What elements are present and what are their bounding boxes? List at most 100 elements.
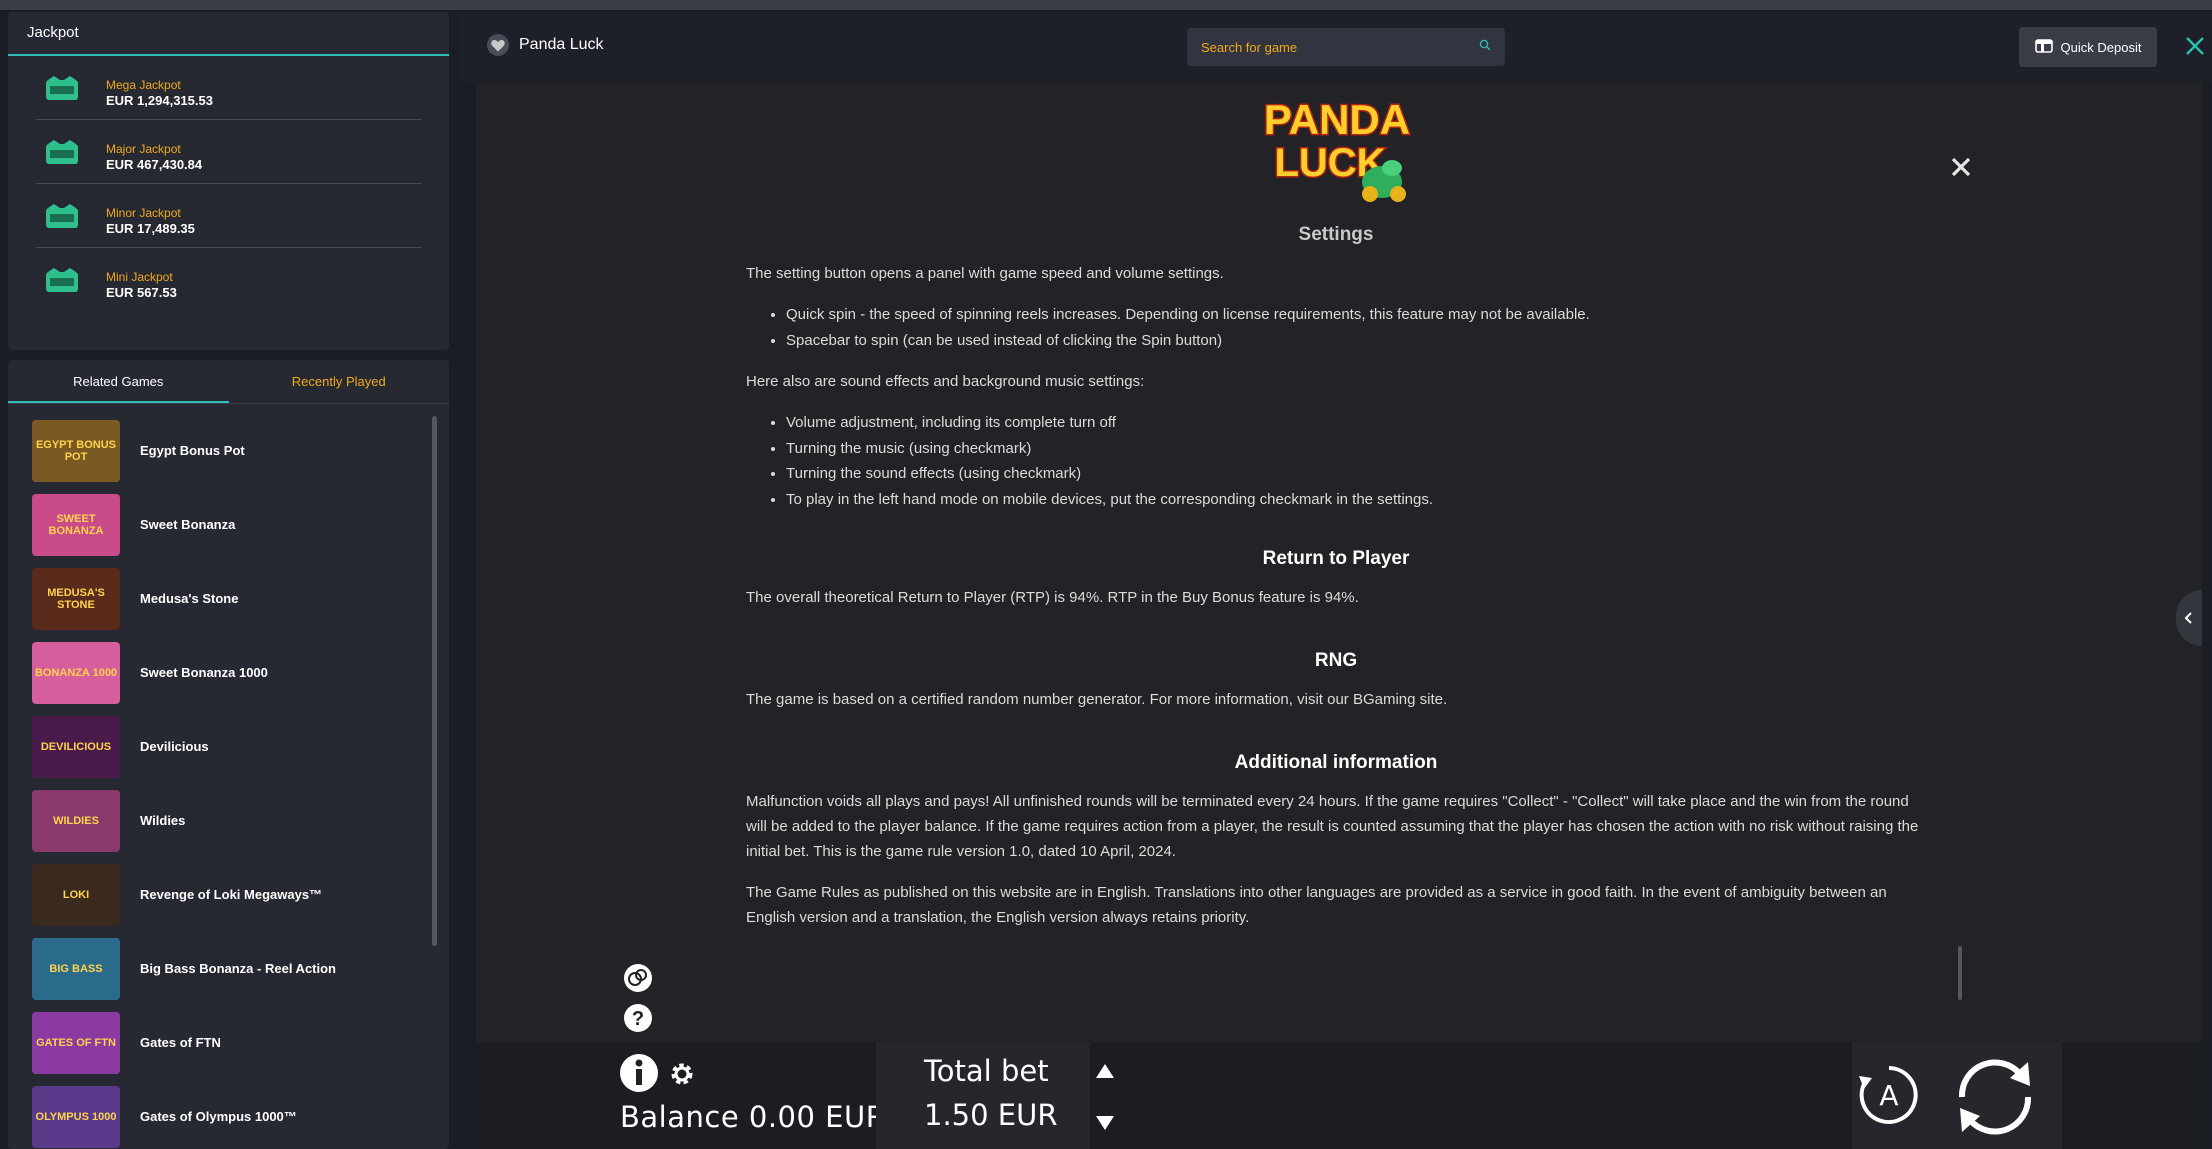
- game-thumbnail[interactable]: WILDIES: [32, 790, 120, 852]
- total-bet-label: Total bet: [924, 1054, 1049, 1088]
- info-icon[interactable]: [618, 1052, 660, 1099]
- game-thumbnail[interactable]: SWEET BONANZA: [32, 494, 120, 556]
- total-bet-value: 1.50 EUR: [924, 1098, 1058, 1132]
- tab-recently-played[interactable]: Recently Played: [229, 360, 450, 403]
- settings-heading: Settings: [1298, 224, 1374, 245]
- jackpot-name: Minor Jackpot: [106, 206, 181, 220]
- bet-coins-icon[interactable]: [622, 962, 654, 999]
- logo-text-line-1: PANDA: [1264, 96, 1410, 143]
- bottom-control-bar: Balance 0.00 EUR Total bet 1.50 EUR A: [476, 1042, 2202, 1149]
- list-item: To play in the left hand mode on mobile …: [786, 487, 1926, 513]
- games-scrollbar[interactable]: [432, 416, 438, 1146]
- additional-text-1: Malfunction voids all plays and pays! Al…: [746, 793, 1919, 860]
- side-collapse-tab[interactable]: [2176, 590, 2202, 646]
- games-list: EGYPT BONUS POT Egypt Bonus Pot SWEET BONA…: [32, 420, 422, 1149]
- rules-scrollbar[interactable]: [1958, 946, 1962, 1000]
- spin-controls: A: [1852, 1042, 2062, 1149]
- game-thumbnail[interactable]: MEDUSA'S STONE: [32, 568, 120, 630]
- list-item[interactable]: EGYPT BONUS POT Egypt Bonus Pot: [32, 420, 422, 494]
- list-item[interactable]: DEVILICIOUS Devilicious: [32, 716, 422, 790]
- rng-text: The game is based on a certified random …: [746, 691, 1448, 708]
- additional-heading: Additional information: [1234, 752, 1438, 773]
- list-item[interactable]: BONANZA 1000 Sweet Bonanza 1000: [32, 642, 422, 716]
- list-item: Spacebar to spin (can be used instead of…: [786, 328, 1926, 354]
- bet-decrease-arrow-icon[interactable]: [1094, 1114, 1116, 1137]
- rtp-heading: Return to Player: [1262, 548, 1410, 569]
- list-item: Turning the music (using checkmark): [786, 436, 1926, 462]
- jackpot-text: Minor Jackpot EUR 17,489.35: [106, 206, 195, 237]
- game-thumbnail[interactable]: BIG BASS: [32, 938, 120, 1000]
- rules-close-icon[interactable]: [1946, 152, 1976, 182]
- game-thumbnail[interactable]: LOKI: [32, 864, 120, 926]
- search-input[interactable]: [1201, 39, 1479, 55]
- list-item[interactable]: WILDIES Wildies: [32, 790, 422, 864]
- game-title[interactable]: Sweet Bonanza: [140, 517, 235, 532]
- jackpot-amount: EUR 567.53: [106, 285, 177, 300]
- jackpot-row: Mini Jackpot EUR 567.53: [36, 248, 421, 312]
- jackpot-text: Mega Jackpot EUR 1,294,315.53: [106, 78, 213, 109]
- list-item[interactable]: BIG BASS Big Bass Bonanza - Reel Action: [32, 938, 422, 1012]
- close-icon[interactable]: [2181, 32, 2209, 60]
- list-item[interactable]: SWEET BONANZA Sweet Bonanza: [32, 494, 422, 568]
- list-item: Turning the sound effects (using checkma…: [786, 461, 1926, 487]
- jackpot-name: Mini Jackpot: [106, 270, 173, 284]
- list-item[interactable]: OLYMPUS 1000 Gates of Olympus 1000™: [32, 1086, 422, 1149]
- settings-intro: The setting button opens a panel with ga…: [746, 265, 1224, 282]
- game-rules: Settings The setting button opens a pane…: [746, 222, 1926, 946]
- game-thumbnail[interactable]: OLYMPUS 1000: [32, 1086, 120, 1148]
- svg-text:?: ?: [632, 1008, 644, 1030]
- game-title[interactable]: Revenge of Loki Megaways™: [140, 887, 322, 902]
- additional-text-2: The Game Rules as published on this webs…: [746, 884, 1887, 926]
- jackpot-row: Mega Jackpot EUR 1,294,315.53: [36, 56, 421, 120]
- game-title[interactable]: Medusa's Stone: [140, 591, 238, 606]
- chevron-left-icon: [2184, 612, 2192, 624]
- svg-text:A: A: [1879, 1079, 1898, 1112]
- game-thumbnail[interactable]: EGYPT BONUS POT: [32, 420, 120, 482]
- games-tabs: Related Games Recently Played: [8, 360, 449, 404]
- game-title[interactable]: Egypt Bonus Pot: [140, 443, 245, 458]
- spin-icon[interactable]: [1948, 1050, 2042, 1149]
- list-item: Volume adjustment, including its complet…: [786, 410, 1926, 436]
- game-thumbnail[interactable]: DEVILICIOUS: [32, 716, 120, 778]
- game-title[interactable]: Big Bass Bonanza - Reel Action: [140, 961, 336, 976]
- gear-icon[interactable]: [668, 1060, 696, 1093]
- jackpot-text: Major Jackpot EUR 467,430.84: [106, 142, 202, 173]
- game-name-wrap: Panda Luck: [487, 34, 604, 56]
- game-title[interactable]: Devilicious: [140, 739, 209, 754]
- game-name: Panda Luck: [519, 36, 604, 53]
- search-icon[interactable]: [1479, 38, 1491, 56]
- game-thumbnail[interactable]: GATES OF FTN: [32, 1012, 120, 1074]
- help-icon[interactable]: ?: [622, 1002, 654, 1039]
- autoplay-icon[interactable]: A: [1856, 1062, 1922, 1133]
- game-title[interactable]: Gates of FTN: [140, 1035, 221, 1050]
- jackpot-panel: Jackpot Mega Jackpot EUR 1,294,315.53 Majo…: [8, 12, 449, 350]
- favorite-heart-icon[interactable]: [487, 34, 509, 56]
- jackpot-row: Major Jackpot EUR 467,430.84: [36, 120, 421, 184]
- jackpot-text: Mini Jackpot EUR 567.53: [106, 270, 177, 301]
- main-header: Panda Luck Quick Deposit: [459, 12, 2212, 82]
- rtp-text: The overall theoretical Return to Player…: [746, 589, 1359, 606]
- jackpot-amount: EUR 467,430.84: [106, 157, 203, 172]
- quick-deposit-button[interactable]: Quick Deposit: [2019, 27, 2157, 67]
- jackpot-badge-icon: [44, 268, 80, 296]
- quick-deposit-label: Quick Deposit: [2060, 39, 2142, 55]
- games-scrollbar-thumb[interactable]: [432, 416, 437, 946]
- game-area: PANDA LUCK Settings The setting button o…: [476, 82, 2202, 1149]
- jackpot-badge-icon: [44, 140, 80, 168]
- list-item[interactable]: MEDUSA'S STONE Medusa's Stone: [32, 568, 422, 642]
- jackpot-badge-icon: [44, 204, 80, 232]
- total-bet-box: Total bet 1.50 EUR: [876, 1042, 1090, 1149]
- game-title[interactable]: Sweet Bonanza 1000: [140, 665, 268, 680]
- deposit-icon: [2034, 38, 2053, 57]
- game-thumbnail[interactable]: BONANZA 1000: [32, 642, 120, 704]
- jackpot-title: Jackpot: [8, 12, 449, 56]
- sound-intro: Here also are sound effects and backgrou…: [746, 373, 1145, 390]
- jackpot-amount: EUR 17,489.35: [106, 221, 195, 236]
- bet-increase-arrow-icon[interactable]: [1094, 1062, 1116, 1085]
- tab-related-games[interactable]: Related Games: [8, 360, 229, 403]
- game-title[interactable]: Wildies: [140, 813, 185, 828]
- list-item[interactable]: LOKI Revenge of Loki Megaways™: [32, 864, 422, 938]
- list-item[interactable]: GATES OF FTN Gates of FTN: [32, 1012, 422, 1086]
- game-title[interactable]: Gates of Olympus 1000™: [140, 1109, 297, 1124]
- search-box[interactable]: [1187, 28, 1505, 66]
